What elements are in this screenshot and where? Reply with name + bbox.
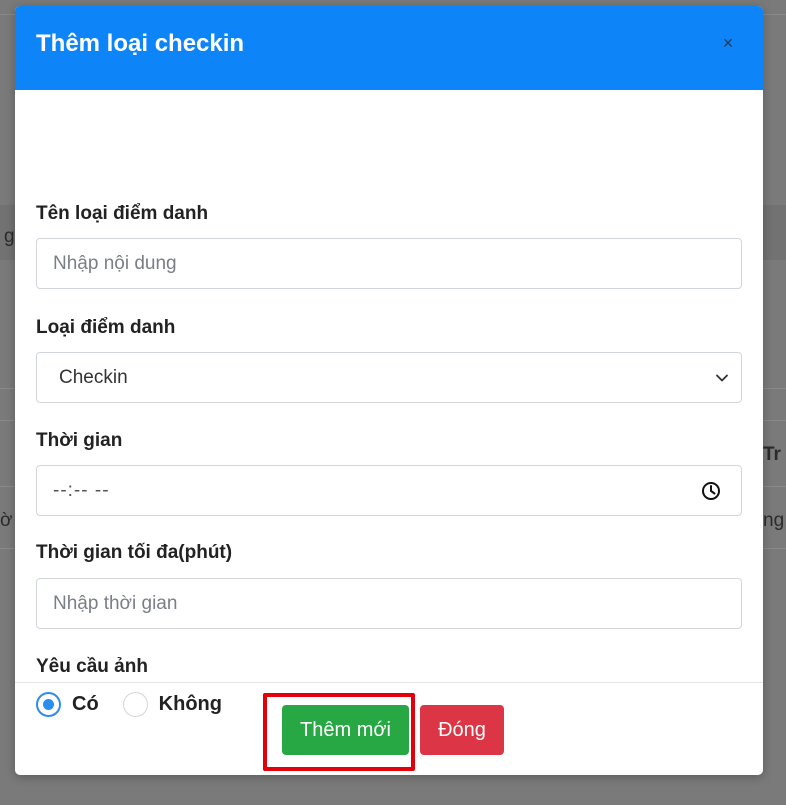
background-text: g xyxy=(4,226,15,247)
modal-footer: Thêm mới Đóng xyxy=(15,682,763,775)
max-time-field-label: Thời gian tối đa(phút) xyxy=(36,542,233,563)
add-new-button[interactable]: Thêm mới xyxy=(282,705,409,755)
type-select-value: Checkin xyxy=(59,366,128,388)
background-text: ờ xyxy=(0,510,13,531)
clock-icon[interactable] xyxy=(701,481,721,501)
type-field-label: Loại điểm danh xyxy=(36,317,176,338)
time-input[interactable]: --:-- -- xyxy=(36,465,742,516)
type-select[interactable]: Checkin xyxy=(36,352,742,403)
time-input-value: --:-- -- xyxy=(53,479,110,501)
close-icon[interactable]: × xyxy=(717,32,739,54)
add-checkin-type-modal: Thêm loại checkin × Tên loại điểm danh L… xyxy=(15,6,763,775)
background-column-header: Tr xyxy=(763,444,781,465)
modal-header: Thêm loại checkin × xyxy=(15,6,763,90)
photo-required-label: Yêu cầu ảnh xyxy=(36,656,148,677)
modal-title: Thêm loại checkin xyxy=(36,30,245,57)
time-field-label: Thời gian xyxy=(36,430,123,451)
name-input[interactable] xyxy=(36,238,742,289)
max-time-input[interactable] xyxy=(36,578,742,629)
chevron-down-icon xyxy=(716,374,728,381)
close-button[interactable]: Đóng xyxy=(420,705,504,755)
name-field-label: Tên loại điểm danh xyxy=(36,203,209,224)
background-text: ng xyxy=(763,510,785,531)
